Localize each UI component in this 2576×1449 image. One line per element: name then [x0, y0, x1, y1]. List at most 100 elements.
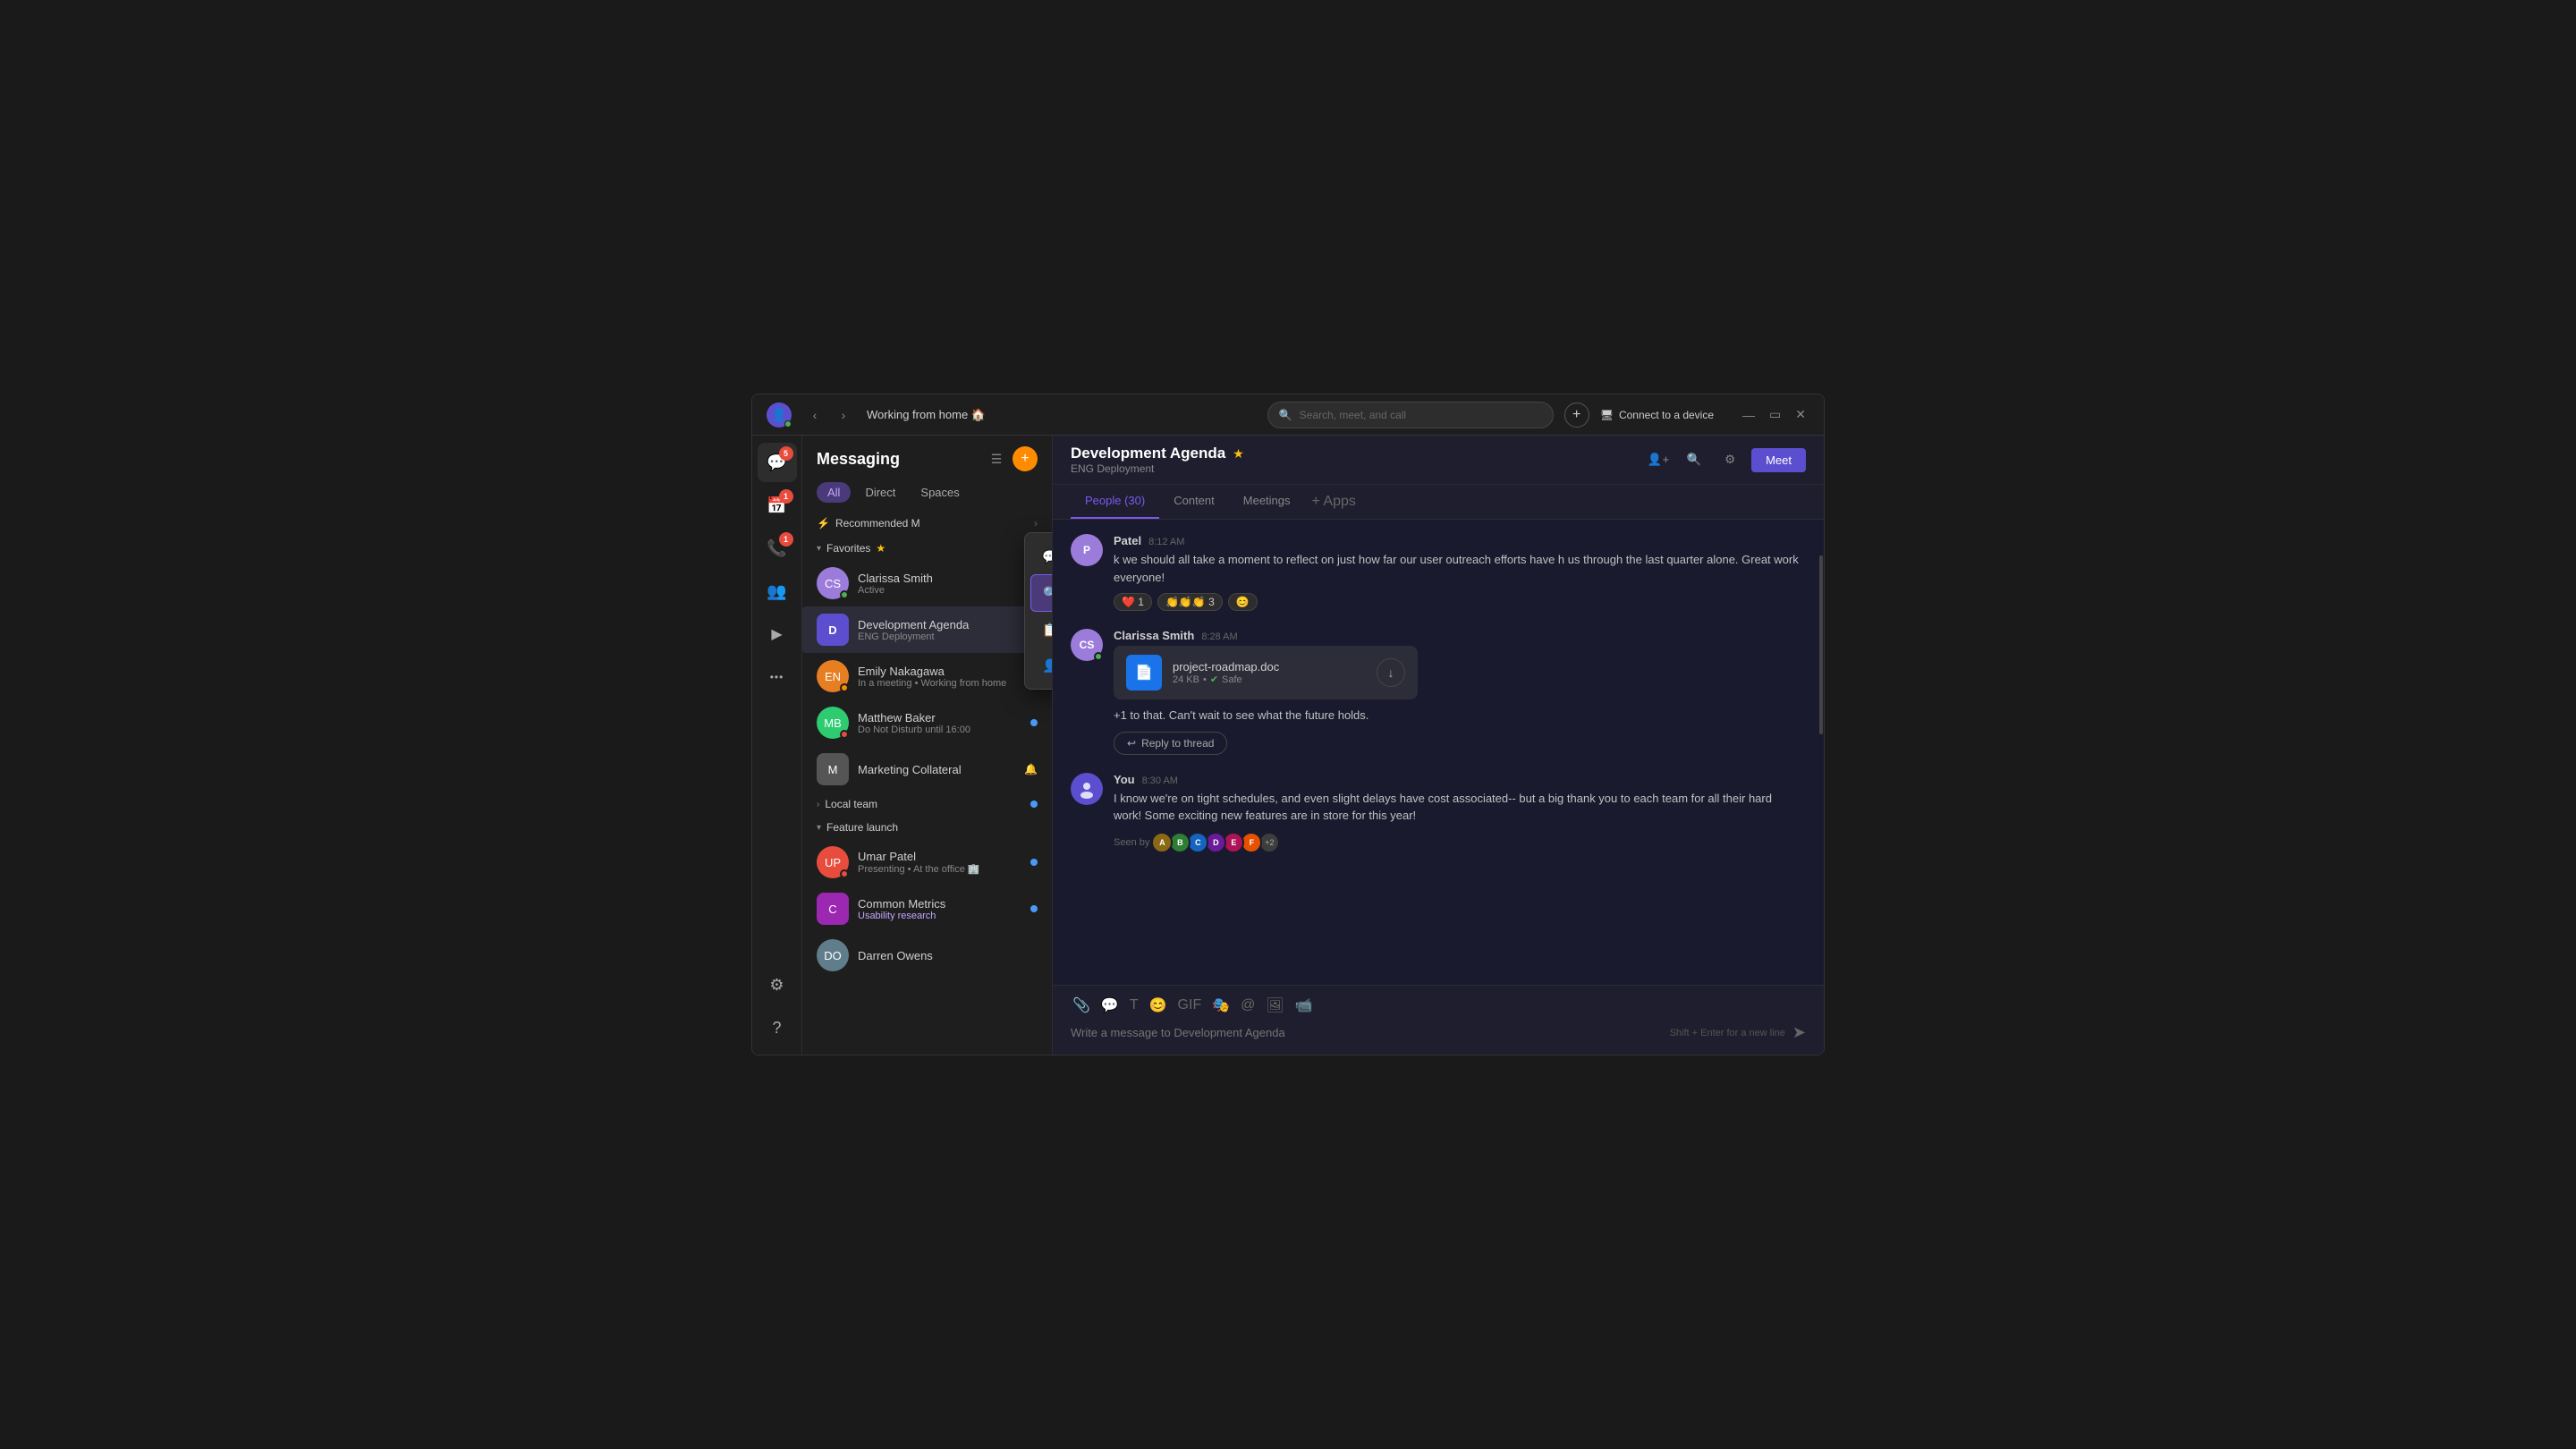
sidebar-actions: ☰ + — [984, 446, 1038, 471]
contact-darren[interactable]: DO Darren Owens — [802, 932, 1052, 979]
emily-name: Emily Nakagawa — [858, 665, 1038, 678]
messages-area[interactable]: P Patel 8:12 AM k we should all take a m… — [1053, 520, 1818, 985]
contact-common[interactable]: C Common Metrics Usability research — [802, 886, 1052, 932]
format-button[interactable]: 💬 — [1099, 995, 1121, 1016]
reaction-smile[interactable]: 😊 — [1228, 593, 1258, 611]
video-button[interactable]: 📹 — [1293, 995, 1315, 1016]
sticker-button[interactable]: 🎭 — [1210, 995, 1232, 1016]
maximize-button[interactable]: ▭ — [1766, 405, 1784, 424]
favorites-label: Favorites — [826, 542, 870, 555]
recommended-row[interactable]: ⚡ Recommended M › — [802, 510, 1052, 537]
clarissa-info: Clarissa Smith Active — [858, 572, 1038, 596]
download-button[interactable]: ↓ — [1377, 658, 1405, 687]
chat-tabs: People (30) Content Meetings + Apps — [1053, 485, 1824, 520]
you-name: You — [1114, 773, 1135, 786]
darren-avatar: DO — [817, 939, 849, 971]
nav-more[interactable]: ••• — [758, 657, 797, 697]
contact-marketing[interactable]: M Marketing Collateral 🔔 — [802, 746, 1052, 792]
clarissa-msg-header: Clarissa Smith 8:28 AM — [1114, 629, 1801, 642]
clarissa-status-dot — [840, 590, 849, 599]
image-button[interactable]: 🖼 — [1264, 995, 1285, 1016]
gif-button[interactable]: GIF — [1176, 995, 1204, 1016]
tab-all[interactable]: All — [817, 482, 851, 503]
nav-activity[interactable]: ▶ — [758, 614, 797, 654]
contact-umar[interactable]: UP Umar Patel Presenting • At the office… — [802, 839, 1052, 886]
nav-buttons: ‹ › — [802, 402, 856, 428]
dropdown-send-message[interactable]: 💬 Send a message — [1030, 538, 1053, 574]
search-bar[interactable]: 🔍 Search, meet, and call — [1267, 402, 1554, 428]
contact-emily[interactable]: EN Emily Nakagawa In a meeting • Working… — [802, 653, 1052, 699]
message-input[interactable] — [1071, 1026, 1663, 1039]
chevron-right-icon: › — [1034, 517, 1038, 530]
reply-to-thread-button[interactable]: ↩ Reply to thread — [1114, 732, 1227, 755]
tab-people[interactable]: People (30) — [1071, 485, 1159, 519]
dropdown-explore-spaces[interactable]: 👤 Explore public spaces — [1030, 648, 1053, 683]
tab-meetings[interactable]: Meetings — [1229, 485, 1305, 519]
add-people-button[interactable]: 👤+ — [1644, 445, 1673, 474]
tab-direct[interactable]: Direct — [854, 482, 906, 503]
calls-badge: 1 — [779, 532, 793, 547]
you-header: You 8:30 AM — [1114, 773, 1801, 786]
you-avatar — [1071, 773, 1103, 805]
back-button[interactable]: ‹ — [802, 402, 827, 428]
send-button[interactable]: ➤ — [1792, 1023, 1806, 1042]
nav-teams[interactable]: 👥 — [758, 572, 797, 611]
umar-name: Umar Patel — [858, 850, 1021, 863]
meet-button[interactable]: Meet — [1751, 448, 1806, 472]
user-avatar[interactable]: 👤 — [767, 402, 792, 428]
file-safe-icon: ✔ — [1210, 674, 1218, 685]
attach-button[interactable]: 📎 — [1071, 995, 1092, 1016]
forward-button[interactable]: › — [831, 402, 856, 428]
common-subtitle: Usability research — [858, 911, 1021, 921]
patel-avatar: P — [1071, 534, 1103, 566]
tab-spaces[interactable]: Spaces — [910, 482, 970, 503]
mention-button[interactable]: @ — [1239, 995, 1257, 1016]
dropdown-menu: 💬 Send a message 🔍 Create a space 📋 Crea… — [1024, 532, 1053, 690]
minimize-button[interactable]: — — [1739, 405, 1758, 424]
dropdown-create-space[interactable]: 🔍 Create a space — [1030, 574, 1053, 612]
send-hint: Shift + Enter for a new line — [1670, 1028, 1785, 1038]
compose-button[interactable]: + — [1013, 446, 1038, 471]
clarissa-status: Active — [858, 585, 1038, 596]
filter-button[interactable]: ☰ — [984, 446, 1009, 471]
seen-avatars: A B C D E F +2 — [1155, 832, 1280, 853]
connect-device-button[interactable]: 🖥 Connect to a device — [1600, 409, 1714, 421]
message-input-area: 📎 💬 T 😊 GIF 🎭 @ 🖼 📹 Shift + Enter for a … — [1053, 985, 1824, 1055]
settings-icon: ⚙ — [1724, 453, 1735, 467]
dropdown-create-section[interactable]: 📋 Create a section — [1030, 612, 1053, 648]
clarissa-msg-time: 8:28 AM — [1201, 631, 1237, 642]
nav-calendar[interactable]: 📅 1 — [758, 486, 797, 525]
contact-clarissa[interactable]: CS Clarissa Smith Active — [802, 560, 1052, 606]
settings-icon: ⚙ — [769, 976, 784, 995]
contact-development[interactable]: D Development Agenda ENG Deployment — [802, 606, 1052, 653]
emoji-button[interactable]: 😊 — [1148, 995, 1169, 1016]
reaction-clap[interactable]: 👏👏👏 3 — [1157, 593, 1223, 611]
section-local-team[interactable]: › Local team — [802, 792, 1052, 816]
nav-calls[interactable]: 📞 1 — [758, 529, 797, 568]
scroll-thumb[interactable] — [1819, 555, 1823, 734]
reaction-heart[interactable]: ❤️ 1 — [1114, 593, 1152, 611]
nav-help[interactable]: ? — [758, 1008, 797, 1047]
nav-messaging[interactable]: 💬 5 — [758, 443, 797, 482]
clarissa-msg-avatar: CS — [1071, 629, 1103, 661]
tab-content[interactable]: Content — [1159, 485, 1229, 519]
darren-info: Darren Owens — [858, 949, 1038, 962]
nav-settings[interactable]: ⚙ — [758, 965, 797, 1004]
recommended-label: Recommended M — [835, 517, 920, 530]
contact-matthew[interactable]: MB Matthew Baker Do Not Disturb until 16… — [802, 699, 1052, 746]
scroll-track[interactable] — [1818, 520, 1824, 985]
close-button[interactable]: ✕ — [1792, 405, 1809, 424]
sidebar-title: Messaging — [817, 450, 900, 469]
file-safe-label: Safe — [1222, 674, 1242, 685]
settings-button[interactable]: ⚙ — [1716, 445, 1744, 474]
section-favorites[interactable]: ▾ Favorites ★ — [802, 537, 1052, 560]
text-format-button[interactable]: T — [1128, 995, 1140, 1016]
sidebar-header: Messaging ☰ + — [802, 436, 1052, 479]
new-tab-button[interactable]: + — [1564, 402, 1589, 428]
section-feature-launch[interactable]: ▾ Feature launch — [802, 816, 1052, 839]
chat-header: Development Agenda ★ ENG Deployment 👤+ 🔍… — [1053, 436, 1824, 485]
patel-header: Patel 8:12 AM — [1114, 534, 1801, 547]
search-chat-button[interactable]: 🔍 — [1680, 445, 1708, 474]
message-you: You 8:30 AM I know we're on tight schedu… — [1071, 773, 1801, 853]
tab-apps[interactable]: + Apps — [1305, 485, 1363, 519]
